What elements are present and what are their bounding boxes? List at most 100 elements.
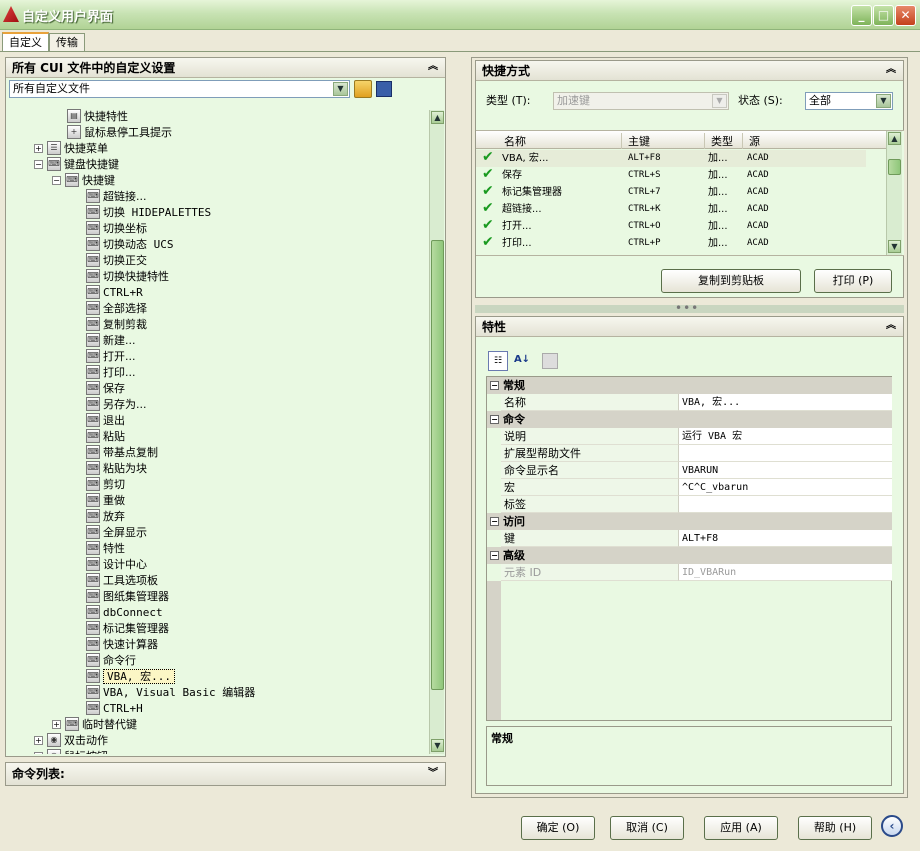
tree-item[interactable]: ⌨ 重做 <box>86 493 125 509</box>
print-button[interactable]: 打印 (P) <box>814 269 892 293</box>
command-list-header[interactable]: 命令列表: ︾ <box>6 763 445 785</box>
property-row[interactable]: 标签 <box>487 496 892 513</box>
collapse-node-icon[interactable]: − <box>490 380 499 390</box>
collapse-icon[interactable]: ︽ <box>885 64 897 76</box>
tree-item[interactable]: ⌨ 工具选项板 <box>86 573 158 589</box>
help-button[interactable]: 帮助 (H) <box>798 816 872 840</box>
tree-item[interactable]: ⌨ 粘贴 <box>86 429 125 445</box>
table-row[interactable]: ✔ VBA, 宏... ALT+F8 加... ACAD <box>476 149 866 167</box>
tree-item[interactable]: ⌨ CTRL+H <box>86 701 143 717</box>
property-value[interactable]: 运行 VBA 宏 <box>678 428 892 445</box>
property-value[interactable]: VBA, 宏... <box>678 394 892 411</box>
property-row[interactable]: 命令显示名 VBARUN <box>487 462 892 479</box>
tree-item[interactable]: − ⌨ 键盘快捷键 <box>34 157 119 173</box>
collapse-panel-icon[interactable]: ‹ <box>881 815 903 837</box>
property-category[interactable]: − 高级 <box>487 547 892 564</box>
scroll-up-icon[interactable]: ▲ <box>888 132 901 145</box>
property-row[interactable]: 键 ALT+F8 <box>487 530 892 547</box>
collapse-node-icon[interactable]: − <box>490 516 499 526</box>
table-row[interactable]: ✔ 打印... CTRL+P 加... ACAD <box>476 234 866 252</box>
minimize-button[interactable]: _ <box>851 5 872 26</box>
tab-transfer[interactable]: 传输 <box>49 33 85 51</box>
tree-item[interactable]: ⌨ dbConnect <box>86 605 163 621</box>
tree-item[interactable]: + ☰ 快捷菜单 <box>34 141 108 157</box>
tree-item[interactable]: ⌨ 带基点复制 <box>86 445 158 461</box>
sort-az-icon[interactable]: A↓ <box>512 351 532 371</box>
tree-item[interactable]: ⌨ 设计中心 <box>86 557 147 573</box>
categorized-view-icon[interactable]: ☷ <box>488 351 508 371</box>
customization-tree[interactable]: ▤ 快捷特性 + 鼠标悬停工具提示 + ☰ 快捷菜单 − ⌨ 键盘快捷键 − ⌨ 快捷键 ⌨ 超链接... ⌨… <box>6 106 429 754</box>
tree-item[interactable]: ▤ 快捷特性 <box>67 109 128 125</box>
tree-item[interactable]: ⌨ 切换 HIDEPALETTES <box>86 205 211 221</box>
type-combo[interactable]: 加速键 ▼ <box>553 92 729 110</box>
tree-item[interactable]: + ⌨ 临时替代键 <box>52 717 137 733</box>
tree-item[interactable]: ⌨ 保存 <box>86 381 125 397</box>
tree-item[interactable]: ⌨ 标记集管理器 <box>86 621 169 637</box>
tree-item[interactable]: ⌨ 特性 <box>86 541 125 557</box>
apply-button[interactable]: 应用 (A) <box>704 816 778 840</box>
tree-item[interactable]: ⌨ 剪切 <box>86 477 125 493</box>
property-row[interactable]: 扩展型帮助文件 <box>487 445 892 462</box>
tree-item[interactable]: ⌨ 全屏显示 <box>86 525 147 541</box>
table-row[interactable]: ✔ 标记集管理器 CTRL+7 加... ACAD <box>476 183 866 201</box>
tree-item[interactable]: ⌨ 退出 <box>86 413 125 429</box>
copy-to-clipboard-button[interactable]: 复制到剪贴板 <box>661 269 801 293</box>
property-grid[interactable]: − 常规 名称 VBA, 宏... − 命令 说明 运行 VBA 宏扩展型帮助文件 命令显示名 V… <box>486 376 892 721</box>
tree-item[interactable]: ⌨ 命令行 <box>86 653 136 669</box>
tree-item[interactable]: ⌨ 切换坐标 <box>86 221 147 237</box>
tree-item[interactable]: ⌨ VBA, 宏... <box>86 669 175 685</box>
collapse-icon[interactable]: ︽ <box>427 61 439 73</box>
collapse-node-icon[interactable]: − <box>490 414 499 424</box>
expand-node-icon[interactable]: + <box>34 735 43 745</box>
tab-customize[interactable]: 自定义 <box>2 32 49 52</box>
tree-item[interactable]: ⌨ 粘贴为块 <box>86 461 147 477</box>
property-value[interactable]: VBARUN <box>678 462 892 479</box>
scroll-up-icon[interactable]: ▲ <box>431 111 444 124</box>
chevron-down-icon[interactable]: ▼ <box>333 82 348 96</box>
tree-item[interactable]: ⌨ CTRL+R <box>86 285 143 301</box>
maximize-button[interactable]: □ <box>873 5 894 26</box>
tree-item[interactable]: ⌨ 超链接... <box>86 189 147 205</box>
tree-item[interactable]: + 鼠标悬停工具提示 <box>67 125 172 141</box>
tree-item[interactable]: ⌨ 全部选择 <box>86 301 147 317</box>
scroll-thumb[interactable] <box>888 159 901 175</box>
property-row[interactable]: 名称 VBA, 宏... <box>487 394 892 411</box>
tree-item[interactable]: − ⌨ 快捷键 <box>52 173 115 189</box>
collapse-icon[interactable]: ︽ <box>885 320 897 332</box>
shortcuts-table[interactable]: 名称 主键 类型 源 ✔ VBA, 宏... ALT+F8 加... ACAD ✔ 保存 CT… <box>476 130 904 256</box>
tree-item[interactable]: ⌨ 快速计算器 <box>86 637 158 653</box>
tree-item[interactable]: ⌨ 另存为... <box>86 397 147 413</box>
table-row[interactable]: ✔ 打开... CTRL+O 加... ACAD <box>476 217 866 235</box>
property-value[interactable]: ^C^C_vbarun <box>678 479 892 496</box>
property-row[interactable]: 说明 运行 VBA 宏 <box>487 428 892 445</box>
tree-item[interactable]: ⌨ 切换动态 UCS <box>86 237 174 253</box>
chevron-down-icon[interactable]: ▼ <box>876 94 891 108</box>
collapse-node-icon[interactable]: − <box>34 159 43 169</box>
tree-item[interactable]: ⌨ 打印... <box>86 365 136 381</box>
table-row[interactable]: ✔ 超链接... CTRL+K 加... ACAD <box>476 200 866 218</box>
property-pages-icon[interactable] <box>542 353 558 369</box>
scroll-down-icon[interactable]: ▼ <box>888 240 901 253</box>
tree-item[interactable]: ⌨ 切换快捷特性 <box>86 269 169 285</box>
collapse-node-icon[interactable]: − <box>52 175 61 185</box>
expand-icon[interactable]: ︾ <box>427 768 439 780</box>
property-category[interactable]: − 常规 <box>487 377 892 394</box>
chevron-down-icon[interactable]: ▼ <box>712 94 727 108</box>
shortcuts-scrollbar[interactable]: ▲ ▼ <box>886 131 902 255</box>
cancel-button[interactable]: 取消 (C) <box>610 816 684 840</box>
property-row[interactable]: 元素 ID ID_VBARun <box>487 564 892 581</box>
tree-item[interactable]: ⌨ 新建... <box>86 333 136 349</box>
property-category[interactable]: − 命令 <box>487 411 892 428</box>
collapse-node-icon[interactable]: − <box>490 550 499 560</box>
open-file-icon[interactable] <box>354 80 372 98</box>
tree-item[interactable]: ⌨ VBA, Visual Basic 编辑器 <box>86 685 255 701</box>
scroll-down-icon[interactable]: ▼ <box>431 739 444 752</box>
property-value[interactable] <box>678 445 892 462</box>
close-button[interactable]: ✕ <box>895 5 916 26</box>
expand-node-icon[interactable]: + <box>52 719 61 729</box>
tree-item[interactable]: ⌨ 复制剪裁 <box>86 317 147 333</box>
tree-item[interactable]: ⌨ 放弃 <box>86 509 125 525</box>
property-category[interactable]: − 访问 <box>487 513 892 530</box>
tree-item[interactable]: ⌨ 切换正交 <box>86 253 147 269</box>
tree-item[interactable]: ⌨ 图纸集管理器 <box>86 589 169 605</box>
